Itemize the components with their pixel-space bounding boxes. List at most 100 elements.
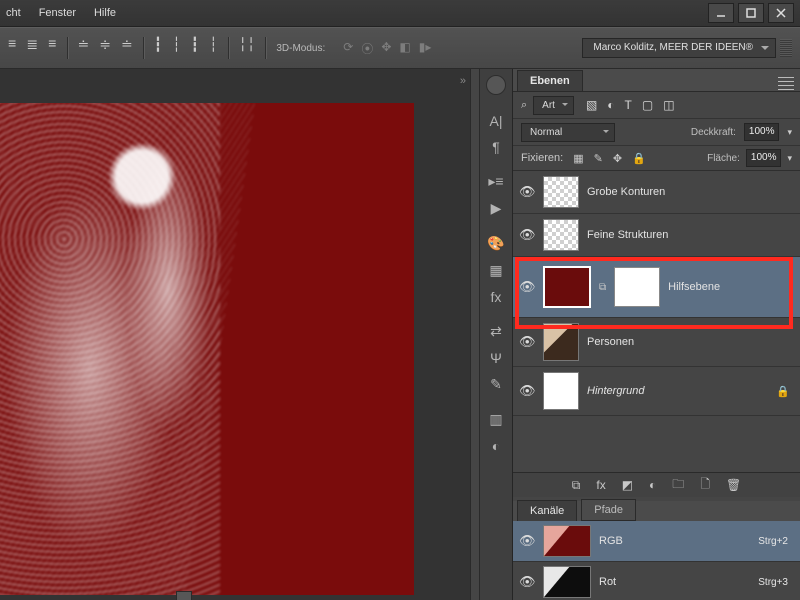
panel-divider[interactable] <box>470 69 480 600</box>
layer-row[interactable]: 👁 Feine Strukturen <box>513 214 800 257</box>
artwork-figure <box>0 103 220 595</box>
new-group-icon[interactable]: 🗀 <box>672 475 684 496</box>
channel-row[interactable]: 👁 RGB Strg+2 <box>513 521 800 562</box>
layer-name[interactable]: Grobe Konturen <box>587 186 665 198</box>
paragraph-panel-icon[interactable]: ¶ <box>492 139 500 155</box>
visibility-icon[interactable]: 👁 <box>519 227 535 243</box>
adjustments-panel-icon[interactable]: ⇄ <box>490 323 502 340</box>
lock-position-icon[interactable]: ✥ <box>613 152 622 165</box>
visibility-icon[interactable]: 👁 <box>519 383 535 399</box>
channel-name[interactable]: Rot <box>599 576 616 588</box>
pan-icon[interactable]: ✥ <box>381 40 391 57</box>
layer-thumbnail[interactable] <box>543 372 579 410</box>
layers-tab[interactable]: Ebenen <box>517 70 583 91</box>
chevron-down-icon[interactable]: ▾ <box>787 127 792 138</box>
lock-pixels-icon[interactable]: ▦ <box>573 152 583 165</box>
scrollbar-handle[interactable] <box>176 591 192 600</box>
swatches-panel-icon[interactable]: 🎨 <box>487 235 504 252</box>
visibility-icon[interactable]: 👁 <box>519 533 535 549</box>
character-panel-icon[interactable]: A| <box>490 113 503 129</box>
window-close-button[interactable] <box>768 3 794 23</box>
window-minimize-button[interactable] <box>708 3 734 23</box>
layer-name[interactable]: Hilfsebene <box>668 281 720 293</box>
layer-name[interactable]: Feine Strukturen <box>587 229 668 241</box>
window-maximize-button[interactable] <box>738 3 764 23</box>
filter-type-icon[interactable]: T <box>625 98 632 112</box>
menu-item[interactable]: cht <box>6 7 21 19</box>
orbit-icon[interactable]: ⦿ <box>361 40 373 57</box>
menu-item[interactable]: Fenster <box>39 7 76 19</box>
styles-panel-icon[interactable]: fx <box>491 289 502 305</box>
distribute-icon[interactable]: ╎╎ <box>239 37 256 59</box>
align-icon[interactable]: ≣ <box>26 37 38 59</box>
mask-link-icon[interactable]: ⧉ <box>599 282 606 293</box>
layer-row[interactable]: 👁 Personen <box>513 318 800 367</box>
delete-layer-icon[interactable]: 🗑 <box>726 478 741 492</box>
brushes-panel-icon[interactable]: Ψ <box>490 350 502 366</box>
visibility-icon[interactable]: 👁 <box>519 279 535 295</box>
panel-icon[interactable]: ▥ <box>489 411 502 428</box>
visibility-icon[interactable]: 👁 <box>519 184 535 200</box>
layer-mask-thumbnail[interactable] <box>614 267 660 307</box>
distribute-icon[interactable]: ┆ <box>172 37 180 59</box>
doc-arrange-icon[interactable]: » <box>460 75 466 87</box>
info-panel-icon[interactable] <box>486 75 506 95</box>
add-mask-icon[interactable]: ◩ <box>622 478 633 492</box>
workspace-dropdown[interactable]: Marco Kolditz, MEER DER IDEEN® <box>582 38 776 58</box>
layer-thumbnail[interactable] <box>543 176 579 208</box>
channels-tab[interactable]: Kanäle <box>517 500 577 521</box>
panel-menu-icon[interactable] <box>778 77 794 91</box>
channel-name[interactable]: RGB <box>599 535 623 547</box>
alignment-icons[interactable]: ≡ ≣ ≡ ≐ ≑ ≐ ┇ ┆ ┇ ┆ ╎╎ <box>8 37 255 59</box>
layer-thumbnail[interactable] <box>543 219 579 251</box>
filter-pixel-icon[interactable]: ▧ <box>586 98 597 112</box>
distribute-icon[interactable]: ┆ <box>209 37 217 59</box>
document-canvas[interactable] <box>0 103 414 595</box>
layer-filter-dropdown[interactable]: Art <box>533 96 574 115</box>
camera-icon[interactable]: ◧ <box>399 40 410 57</box>
lock-all-icon[interactable]: 🔒 <box>632 152 646 165</box>
layer-thumbnail[interactable] <box>543 323 579 361</box>
align-icon[interactable]: ≡ <box>8 37 16 59</box>
panel-icon[interactable]: ◐ <box>492 438 500 454</box>
layer-name[interactable]: Hintergrund <box>587 385 644 397</box>
link-layers-icon[interactable]: ⧉ <box>572 478 581 493</box>
visibility-icon[interactable]: 👁 <box>519 334 535 350</box>
filter-adjust-icon[interactable]: ◐ <box>607 98 614 112</box>
menu-item[interactable]: Hilfe <box>94 7 116 19</box>
opacity-value[interactable]: 100% <box>744 123 780 141</box>
visibility-icon[interactable]: 👁 <box>519 574 535 590</box>
layer-thumbnail[interactable] <box>543 266 591 308</box>
layer-row[interactable]: 👁 Hintergrund 🔒 <box>513 367 800 416</box>
blend-mode-dropdown[interactable]: Normal <box>521 123 615 142</box>
tool-presets-icon[interactable]: ✎ <box>490 376 502 393</box>
layer-fx-icon[interactable]: fx <box>596 478 605 492</box>
layer-row[interactable]: 👁 Grobe Konturen <box>513 171 800 214</box>
chevron-down-icon[interactable]: ▾ <box>787 153 792 164</box>
new-fill-icon[interactable]: ◐ <box>649 478 656 492</box>
distribute-icon[interactable]: ┇ <box>154 37 162 59</box>
paths-tab[interactable]: Pfade <box>581 499 636 521</box>
layer-name[interactable]: Personen <box>587 336 634 348</box>
new-layer-icon[interactable]: 🗋 <box>700 475 710 496</box>
lock-paint-icon[interactable]: ✎ <box>594 152 603 165</box>
filter-shape-icon[interactable]: ▢ <box>642 98 653 112</box>
mode3d-label: 3D-Modus: <box>276 43 325 54</box>
orbit-icon[interactable]: ⟳ <box>343 40 353 57</box>
filter-smart-icon[interactable]: ◫ <box>663 98 674 112</box>
distribute-icon[interactable]: ┇ <box>191 37 199 59</box>
view3d-icons: ⟳ ⦿ ✥ ◧ ▮▸ <box>343 40 431 57</box>
channel-thumbnail <box>543 525 591 557</box>
grid-panel-icon[interactable]: ▦ <box>489 262 502 279</box>
play-icon[interactable]: ▶ <box>491 200 502 217</box>
panel-grip-icon[interactable] <box>780 39 792 57</box>
channel-row[interactable]: 👁 Rot Strg+3 <box>513 562 800 600</box>
align-icon[interactable]: ≐ <box>121 37 133 59</box>
camera-icon[interactable]: ▮▸ <box>419 40 432 57</box>
align-icon[interactable]: ≡ <box>48 37 56 59</box>
fill-value[interactable]: 100% <box>746 149 782 167</box>
actions-panel-icon[interactable]: ▸≡ <box>488 173 503 190</box>
align-icon[interactable]: ≑ <box>99 37 111 59</box>
align-icon[interactable]: ≐ <box>78 37 90 59</box>
layer-row-selected[interactable]: 👁 ⧉ Hilfsebene <box>513 257 800 318</box>
